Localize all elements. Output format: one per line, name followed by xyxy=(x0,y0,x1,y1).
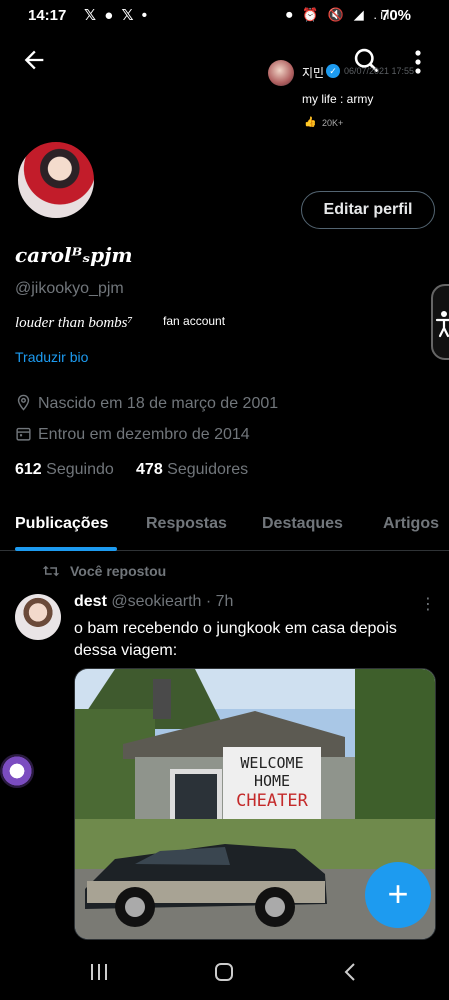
tab-destaques[interactable]: Destaques xyxy=(262,515,343,533)
location-pin-icon xyxy=(17,394,30,411)
compose-post-button[interactable]: + xyxy=(365,862,431,928)
banner-line-2: HOME xyxy=(254,772,290,790)
accessibility-icon[interactable] xyxy=(431,284,449,360)
active-tab-indicator xyxy=(15,547,117,551)
verified-badge-icon: ✓ xyxy=(326,64,340,78)
status-time: 14:17 xyxy=(28,7,67,24)
following-label: Seguindo xyxy=(46,461,114,478)
system-navigation-bar xyxy=(0,945,449,1000)
following-link[interactable]: 612 Seguindo xyxy=(15,461,114,478)
header-banner-overlay: 지민 ✓ 06/07/2021 17:55 my life : army 👍 2… xyxy=(268,60,443,136)
overlay-avatar xyxy=(268,60,294,86)
followers-count: 478 xyxy=(136,461,163,478)
profile-bio: louder than bombs⁷ xyxy=(15,315,133,331)
translate-bio-link[interactable]: Traduzir bio xyxy=(15,349,88,365)
tweet-author-handle: @seokiearth xyxy=(111,593,202,610)
joined-row: Entrou em dezembro de 2014 xyxy=(15,425,250,444)
overlay-likes: 20K+ xyxy=(322,118,344,128)
edit-profile-button[interactable]: Editar perfil xyxy=(301,191,435,229)
overlay-date: 06/07/2021 17:55 xyxy=(344,66,415,76)
notification-icons: 𝕏 ● 𝕏 • xyxy=(84,7,149,24)
tab-respostas[interactable]: Respostas xyxy=(146,515,227,533)
tweet-header: dest @seokiearth · 7h xyxy=(74,593,233,611)
banner-line-3: CHEATER xyxy=(236,791,308,811)
following-count: 612 xyxy=(15,461,42,478)
tweet-time: · 7h xyxy=(205,593,234,610)
followers-label: Seguidores xyxy=(167,461,249,478)
overlay-text: my life : army xyxy=(302,92,374,106)
tweet-author-avatar[interactable] xyxy=(15,594,61,640)
back-arrow-icon[interactable] xyxy=(20,46,48,74)
tweet-author-name[interactable]: dest xyxy=(74,593,107,610)
system-icons: ⏺ ⏰ 🔇 ◢ .ıl xyxy=(286,7,393,22)
follow-stats: 612 Seguindo 478 Seguidores xyxy=(15,461,248,479)
profile-avatar[interactable] xyxy=(15,139,97,221)
followers-link[interactable]: 478 Seguidores xyxy=(136,461,248,478)
repost-label: Você repostou xyxy=(70,563,167,579)
tab-artigos[interactable]: Artigos xyxy=(383,515,439,533)
banner-line-1: WELCOME xyxy=(240,754,303,772)
chat-bubble-icon[interactable] xyxy=(0,754,34,788)
tab-publicacoes[interactable]: Publicações xyxy=(15,515,108,533)
tweet-more-icon[interactable]: ⋮ xyxy=(420,594,436,614)
status-bar: 14:17 𝕏 ● 𝕏 • ⏺ ⏰ 🔇 ◢ .ıl 70% xyxy=(0,0,449,34)
tweet-text: o bam recebendo o jungkook em casa depoi… xyxy=(74,620,397,659)
profile-bio-extra: fan account xyxy=(163,314,226,328)
repost-icon xyxy=(42,565,60,577)
home-icon[interactable] xyxy=(213,961,235,983)
birthdate-text: Nascido em 18 de março de 2001 xyxy=(38,395,279,412)
birthdate-row: Nascido em 18 de março de 2001 xyxy=(15,394,278,413)
back-nav-icon[interactable] xyxy=(340,961,362,983)
calendar-icon xyxy=(16,427,31,441)
display-name: carolᴮₛpjm xyxy=(15,243,133,267)
profile-tabs: Publicações Respostas Destaques Artigos xyxy=(0,505,449,551)
overlay-name: 지민 xyxy=(302,66,325,80)
user-handle: @jikookyo_pjm xyxy=(15,280,124,297)
battery-level: 70% xyxy=(381,7,412,24)
repost-indicator: Você repostou xyxy=(42,563,166,579)
recent-apps-icon[interactable] xyxy=(88,961,110,983)
joined-text: Entrou em dezembro de 2014 xyxy=(38,426,250,443)
thumbs-up-icon: 👍 xyxy=(304,117,317,128)
